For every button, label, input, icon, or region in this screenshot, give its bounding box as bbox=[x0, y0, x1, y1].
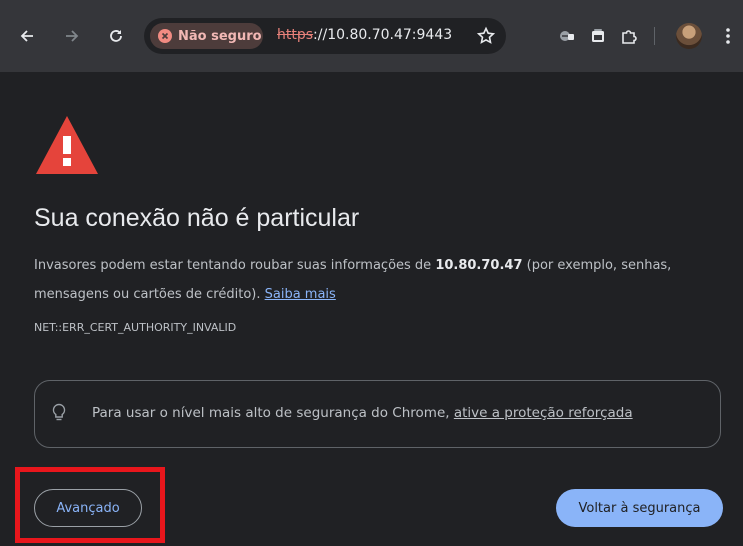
extensions-puzzle-icon[interactable] bbox=[617, 24, 641, 48]
enhanced-protection-text: Para usar o nível mais alto de segurança… bbox=[92, 405, 633, 421]
profile-avatar[interactable] bbox=[676, 23, 702, 49]
explanation-text: Invasores podem estar tentando roubar su… bbox=[34, 251, 694, 309]
highlight-annotation-box bbox=[15, 467, 165, 543]
enhanced-protection-link[interactable]: ative a proteção reforçada bbox=[454, 405, 633, 421]
explanation-prefix: Invasores podem estar tentando roubar su… bbox=[34, 258, 436, 273]
toolbar-divider bbox=[654, 27, 655, 45]
back-arrow-icon[interactable] bbox=[15, 24, 39, 48]
menu-kebab-icon[interactable] bbox=[716, 24, 740, 48]
url-host: ://10.80.70.47:9443 bbox=[313, 27, 453, 43]
bookmark-star-icon[interactable] bbox=[476, 26, 496, 50]
url-scheme: https bbox=[277, 27, 314, 43]
extension-icon[interactable] bbox=[555, 24, 579, 48]
lightbulb-icon bbox=[52, 403, 66, 427]
forward-arrow-icon[interactable] bbox=[60, 24, 84, 48]
host-name: 10.80.70.47 bbox=[435, 258, 523, 273]
security-chip[interactable]: Não seguro bbox=[150, 23, 263, 49]
not-secure-icon bbox=[158, 29, 172, 43]
page-title: Sua conexão não é particular bbox=[34, 204, 360, 232]
tab-media-icon[interactable] bbox=[586, 24, 610, 48]
enhanced-protection-banner: Para usar o nível mais alto de segurança… bbox=[34, 380, 721, 448]
learn-more-link[interactable]: Saiba mais bbox=[265, 287, 336, 302]
error-code: NET::ERR_CERT_AUTHORITY_INVALID bbox=[34, 321, 237, 334]
warning-triangle-icon bbox=[34, 114, 100, 180]
url-text[interactable]: https://10.80.70.47:9443 bbox=[277, 27, 452, 43]
security-chip-label: Não seguro bbox=[178, 28, 262, 44]
reload-icon[interactable] bbox=[104, 24, 128, 48]
omnibox[interactable]: Não seguro https://10.80.70.47:9443 bbox=[144, 18, 506, 54]
enhanced-protection-prefix: Para usar o nível mais alto de segurança… bbox=[92, 405, 454, 421]
browser-toolbar: Não seguro https://10.80.70.47:9443 bbox=[0, 0, 743, 72]
back-to-safety-button[interactable]: Voltar à segurança bbox=[556, 489, 723, 527]
